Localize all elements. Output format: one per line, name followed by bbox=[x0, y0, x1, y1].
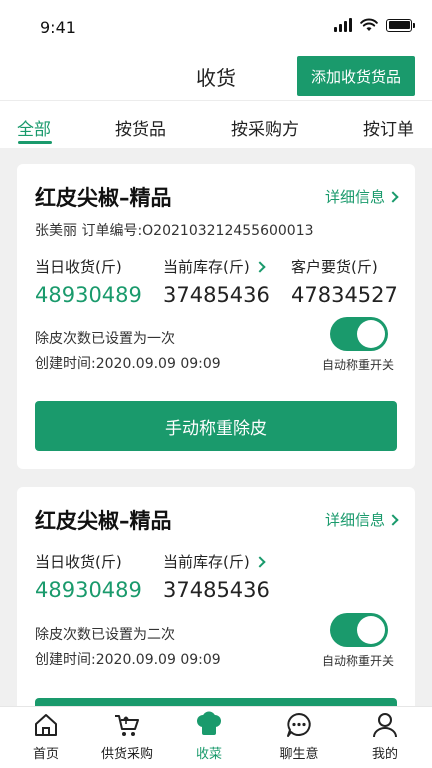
tab-by-goods[interactable]: 按货品 bbox=[115, 115, 166, 140]
home-icon bbox=[35, 714, 57, 736]
chevron-right-icon bbox=[387, 513, 399, 526]
created-time: 创建时间:2020.09.09 09:09 bbox=[35, 356, 221, 372]
receipt-card: 红皮尖椒–精品 详细信息 当日收货(斤) 48930489 当前库存(斤) 37… bbox=[17, 487, 415, 706]
manual-weigh-tare-button[interactable]: 手动称重除皮 bbox=[35, 401, 397, 451]
status-time: 9:41 bbox=[40, 18, 76, 37]
action-button-partial[interactable] bbox=[35, 698, 397, 706]
basket-icon bbox=[115, 715, 139, 736]
chevron-right-icon bbox=[254, 260, 266, 273]
stat-label: 当前库存(斤) bbox=[163, 553, 250, 571]
chevron-right-icon bbox=[387, 190, 399, 203]
status-icons bbox=[334, 18, 415, 32]
auto-weigh-label: 自动称重开关 bbox=[322, 358, 395, 372]
stat-value: 48930489 bbox=[35, 578, 142, 602]
product-title: 红皮尖椒–精品 bbox=[35, 509, 172, 533]
stat-daily-received: 当日收货(斤) 48930489 bbox=[35, 551, 142, 602]
stat-value: 37485436 bbox=[163, 283, 270, 307]
tabbar-item-home[interactable]: 首页 bbox=[6, 711, 86, 762]
detail-link[interactable]: 详细信息 bbox=[324, 509, 399, 530]
tabbar-label: 供货采购 bbox=[100, 747, 153, 762]
detail-link[interactable]: 详细信息 bbox=[324, 186, 399, 207]
wifi-icon bbox=[360, 18, 378, 31]
user-icon bbox=[373, 713, 397, 738]
tabbar-item-receive[interactable]: 收菜 bbox=[169, 711, 249, 762]
stat-label: 当日收货(斤) bbox=[35, 553, 122, 571]
stat-daily-received: 当日收货(斤) 48930489 bbox=[35, 256, 142, 307]
stat-label: 当前库存(斤) bbox=[163, 258, 250, 276]
tabbar-item-profile[interactable]: 我的 bbox=[345, 711, 425, 762]
bottom-tab-bar: 首页 供货采购 收菜 聊生意 我的 bbox=[0, 706, 432, 768]
stat-value: 48930489 bbox=[35, 283, 142, 307]
stat-label: 客户要货(斤) bbox=[291, 258, 378, 276]
stat-value: 37485436 bbox=[163, 578, 270, 602]
nav-bar: 收货 添加收货货品 bbox=[0, 54, 432, 100]
chat-icon bbox=[287, 713, 311, 737]
auto-weigh-toggle[interactable] bbox=[330, 613, 388, 647]
detail-link-label: 详细信息 bbox=[324, 188, 385, 206]
auto-weigh-toggle[interactable] bbox=[330, 317, 388, 351]
product-title: 红皮尖椒–精品 bbox=[35, 186, 172, 210]
tabbar-label: 聊生意 bbox=[279, 747, 319, 762]
active-tab-indicator bbox=[18, 141, 52, 144]
tab-by-buyer[interactable]: 按采购方 bbox=[231, 115, 299, 140]
stat-label: 当日收货(斤) bbox=[35, 258, 122, 276]
battery-icon bbox=[386, 18, 415, 32]
receipt-list[interactable]: 红皮尖椒–精品 详细信息 张美丽 订单编号:O20210321245560001… bbox=[0, 148, 432, 706]
chevron-right-icon bbox=[254, 555, 266, 568]
tabbar-label: 我的 bbox=[371, 747, 398, 762]
tabbar-label: 收菜 bbox=[195, 747, 222, 762]
add-received-goods-button[interactable]: 添加收货货品 bbox=[297, 56, 415, 96]
stat-customer-demand: 客户要货(斤) 47834527 bbox=[291, 256, 398, 307]
created-time: 创建时间:2020.09.09 09:09 bbox=[35, 652, 221, 668]
order-info: 张美丽 订单编号:O202103212455600013 bbox=[35, 223, 314, 239]
tare-count-note: 除皮次数已设置为一次 bbox=[35, 331, 175, 347]
receipt-card: 红皮尖椒–精品 详细信息 张美丽 订单编号:O20210321245560001… bbox=[17, 164, 415, 469]
tab-by-order[interactable]: 按订单 bbox=[363, 115, 414, 140]
stat-current-stock[interactable]: 当前库存(斤) 37485436 bbox=[163, 551, 270, 602]
chef-hat-icon bbox=[197, 711, 221, 735]
tabbar-item-chat[interactable]: 聊生意 bbox=[259, 711, 339, 762]
signal-icon bbox=[334, 18, 352, 32]
stat-current-stock[interactable]: 当前库存(斤) 37485436 bbox=[163, 256, 270, 307]
tare-count-note: 除皮次数已设置为二次 bbox=[35, 627, 175, 643]
tabbar-item-supply-purchase[interactable]: 供货采购 bbox=[87, 711, 167, 762]
auto-weigh-label: 自动称重开关 bbox=[322, 654, 395, 668]
tab-all[interactable]: 全部 bbox=[17, 115, 51, 140]
stat-value: 47834527 bbox=[291, 283, 398, 307]
filter-tabs: 全部 按货品 按采购方 按订单 bbox=[0, 100, 432, 148]
status-bar: 9:41 bbox=[0, 0, 432, 54]
tabbar-label: 首页 bbox=[32, 747, 59, 762]
detail-link-label: 详细信息 bbox=[324, 511, 385, 529]
